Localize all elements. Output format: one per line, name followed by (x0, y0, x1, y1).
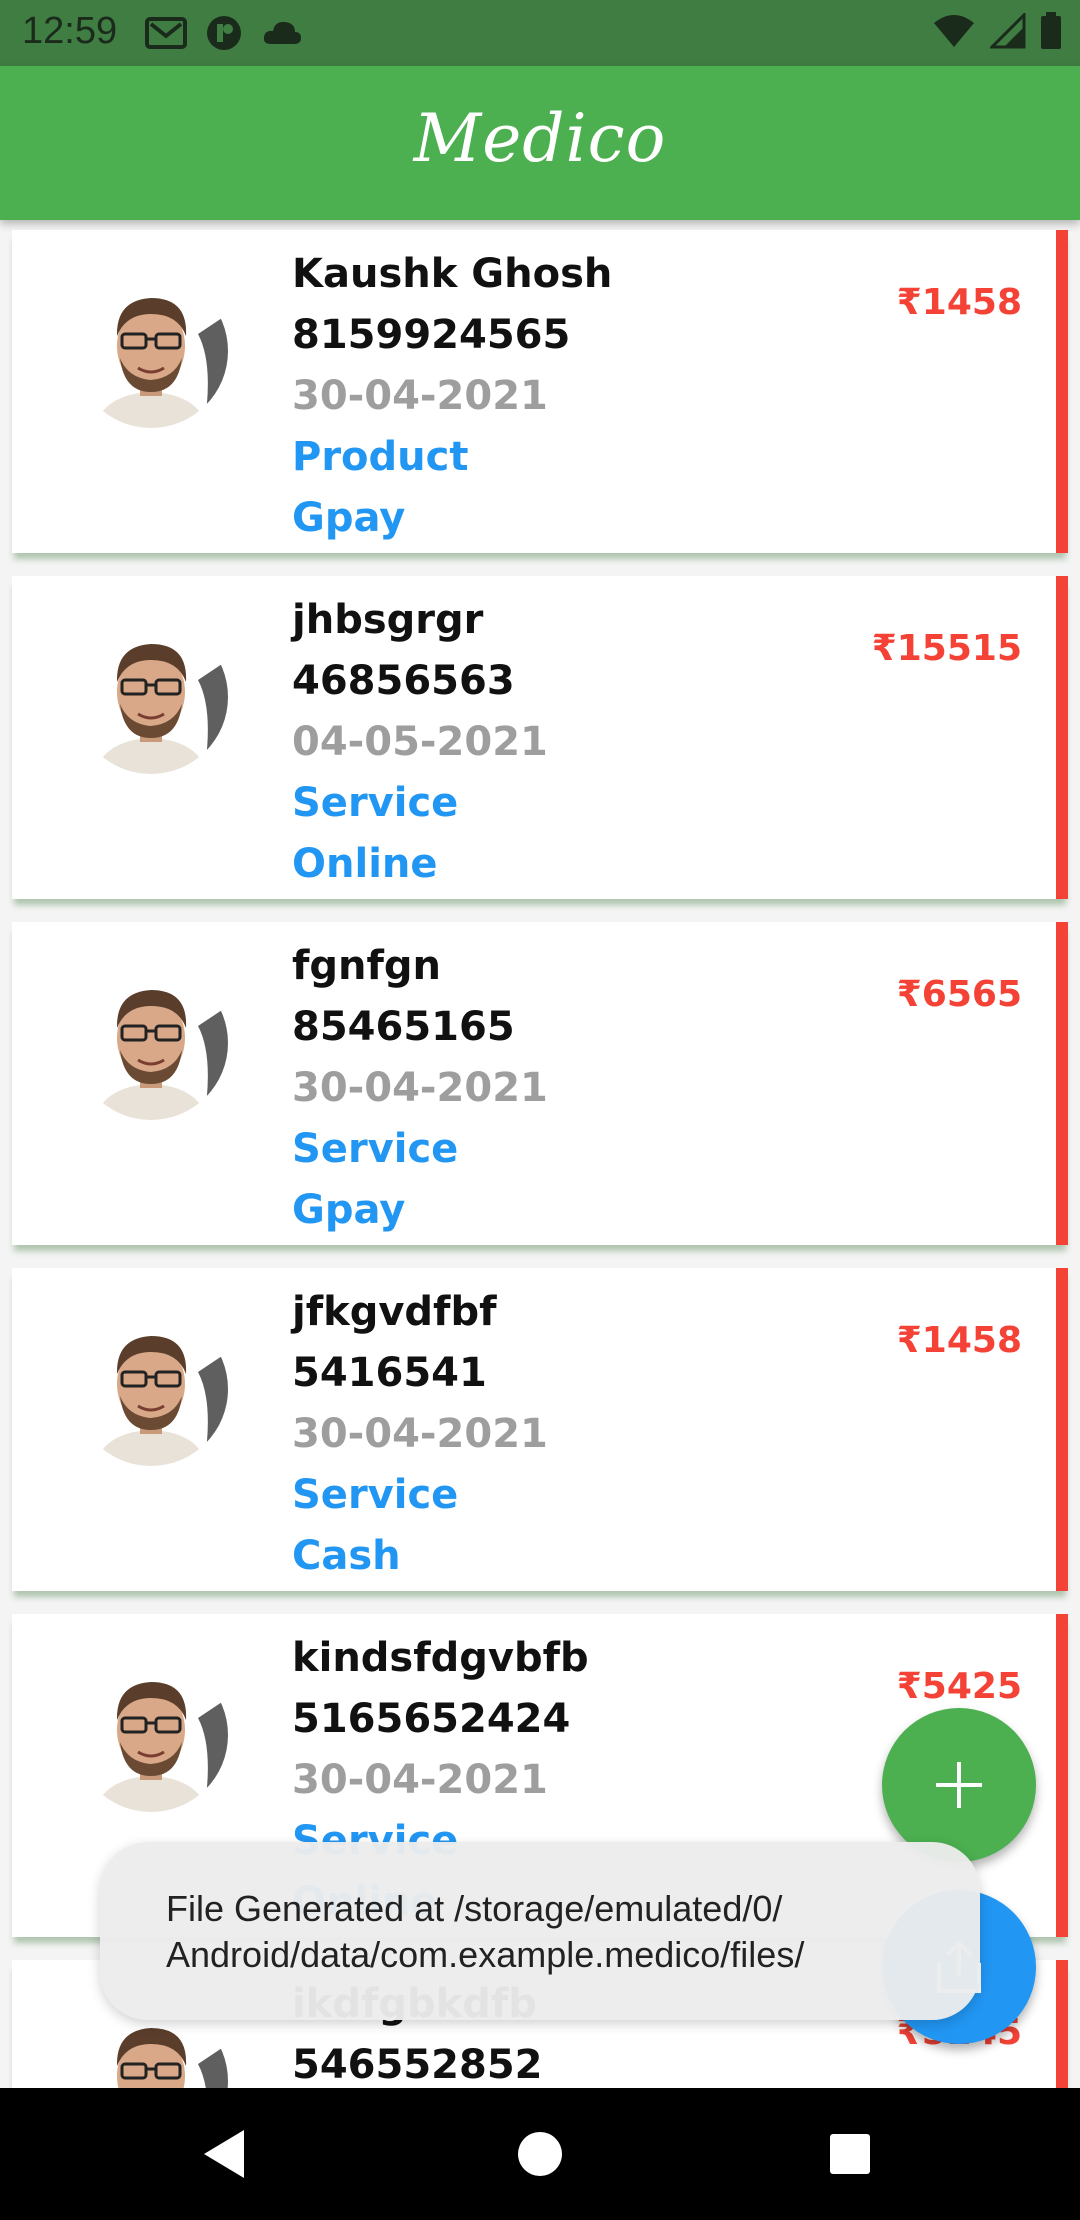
record-name: jfkgvdfbf (292, 1289, 497, 1335)
record-card[interactable]: jfkgvdfbf 5416541 30-04-2021 Service Cas… (12, 1268, 1068, 1591)
record-accent-bar (1056, 576, 1068, 899)
record-type: Product (292, 434, 469, 480)
record-payment: Gpay (292, 495, 406, 541)
record-type: Service (292, 1126, 459, 1172)
record-payment: Online (292, 841, 438, 887)
record-card[interactable]: fgnfgn 85465165 30-04-2021 Service Gpay … (12, 922, 1068, 1245)
cloud-icon (263, 21, 301, 44)
notification-icon (207, 16, 241, 50)
status-time: 12:59 (22, 10, 118, 52)
record-type: Service (292, 1472, 459, 1518)
avatar (74, 966, 228, 1120)
record-type: Service (292, 780, 459, 826)
home-icon[interactable] (512, 2126, 568, 2182)
avatar (74, 1312, 228, 1466)
record-phone: 5416541 (292, 1350, 487, 1396)
snackbar-line-1: File Generated at /storage/emulated/0/ (166, 1888, 783, 1929)
gmail-icon (145, 17, 187, 49)
record-phone: 46856563 (292, 658, 515, 704)
record-accent-bar (1056, 922, 1068, 1245)
record-phone: 8159924565 (292, 312, 571, 358)
record-amount: ₹1458 (896, 282, 1022, 323)
record-phone: 546552852 (292, 2042, 543, 2088)
record-name: jhbsgrgr (292, 597, 484, 643)
battery-icon (1041, 12, 1061, 49)
wifi-icon (934, 15, 974, 47)
record-accent-bar (1056, 1614, 1068, 1937)
record-card[interactable]: jhbsgrgr 46856563 04-05-2021 Service Onl… (12, 576, 1068, 899)
record-amount: ₹6565 (896, 974, 1022, 1015)
record-name: kindsfdgvbfb (292, 1635, 589, 1681)
record-date: 30-04-2021 (292, 373, 548, 419)
record-amount: ₹15515 (871, 628, 1022, 669)
record-amount: ₹1458 (896, 1320, 1022, 1361)
signal-icon (990, 13, 1026, 49)
avatar (74, 620, 228, 774)
record-accent-bar (1056, 230, 1068, 553)
record-accent-bar (1056, 1960, 1068, 2088)
snackbar-line-2: Android/data/com.example.medico/files/ (166, 1934, 805, 1975)
plus-icon (936, 1762, 982, 1808)
record-date: 30-04-2021 (292, 1411, 548, 1457)
record-date: 30-04-2021 (292, 1757, 548, 1803)
record-name: Kaushk Ghosh (292, 251, 613, 297)
record-card[interactable]: Kaushk Ghosh 8159924565 30-04-2021 Produ… (12, 230, 1068, 553)
avatar (74, 1658, 228, 1812)
add-record-button[interactable] (882, 1708, 1036, 1862)
record-payment: Gpay (292, 1187, 406, 1233)
record-date: 30-04-2021 (292, 1065, 548, 1111)
snackbar: File Generated at /storage/emulated/0/ A… (100, 1842, 980, 2020)
record-accent-bar (1056, 1268, 1068, 1591)
avatar (74, 274, 228, 428)
record-phone: 85465165 (292, 1004, 515, 1050)
record-name: fgnfgn (292, 943, 442, 989)
recents-icon[interactable] (822, 2126, 878, 2182)
navigation-bar (0, 2088, 1080, 2220)
record-amount: ₹5425 (896, 1666, 1022, 1707)
back-icon[interactable] (198, 2126, 254, 2182)
app-bar: Medico (0, 66, 1080, 220)
status-bar: 12:59 (0, 0, 1080, 66)
record-date: 04-05-2021 (292, 719, 548, 765)
app-title: Medico (413, 100, 667, 177)
record-phone: 5165652424 (292, 1696, 571, 1742)
record-payment: Cash (292, 1533, 401, 1579)
